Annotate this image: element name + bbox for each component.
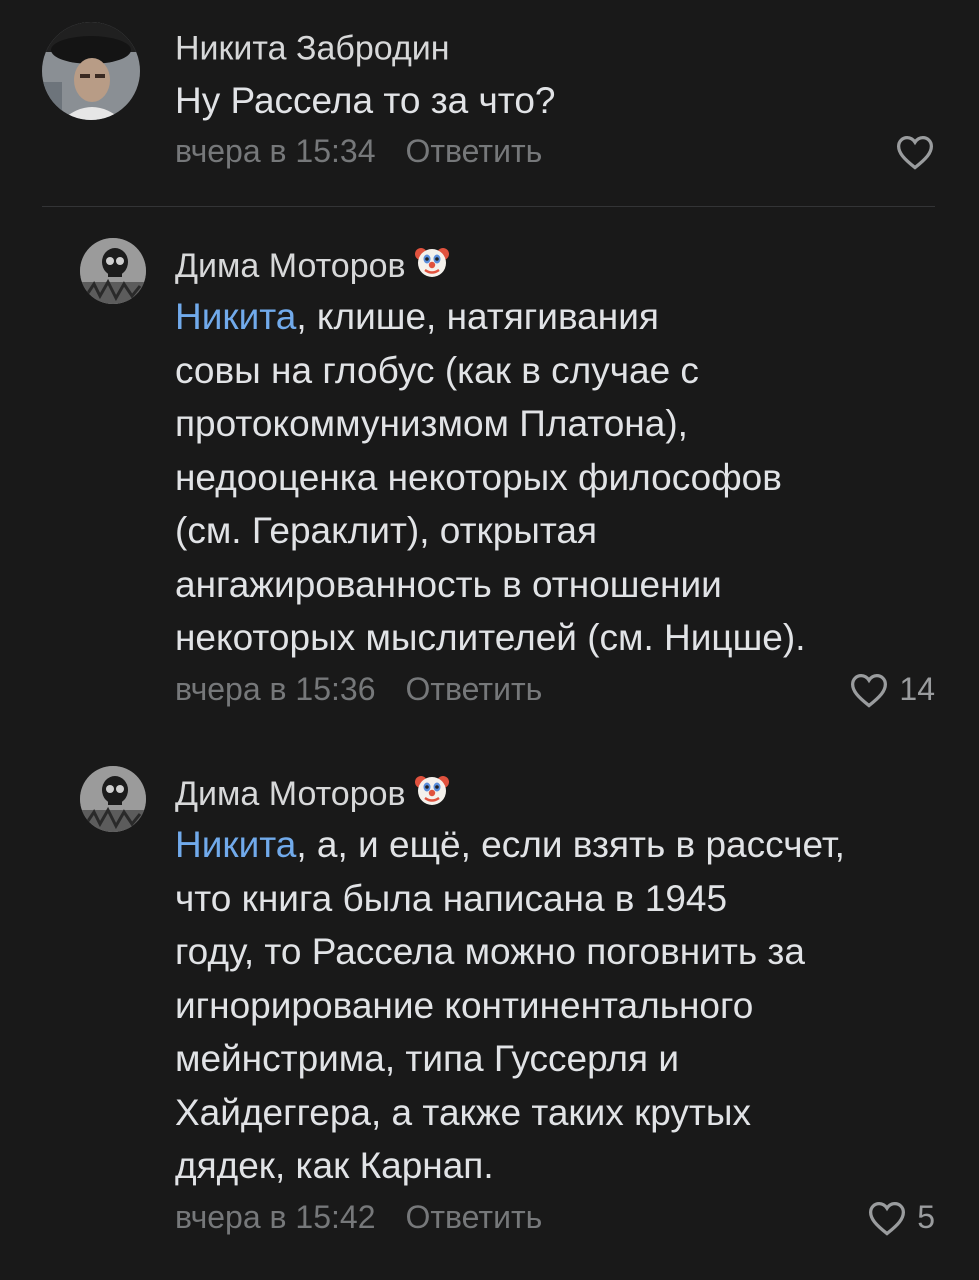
comment-text-line: ангажированность в отношении [175, 563, 722, 605]
comment-meta: вчера в 15:42 Ответить [175, 1199, 542, 1236]
comment-text-line: Хайдеггера, а также таких крутых [175, 1091, 751, 1133]
comment-author[interactable]: Дима Моторов [175, 772, 450, 817]
skull-avatar-icon [80, 238, 146, 304]
comment-text: Никита, клише, натягивания совы на глобу… [175, 290, 805, 665]
like-button[interactable] [895, 134, 935, 170]
skull-avatar-icon [80, 766, 146, 832]
avatar[interactable] [80, 766, 146, 832]
like-button[interactable]: 5 [867, 1199, 935, 1236]
like-button[interactable]: 14 [849, 671, 935, 708]
comment-divider [42, 206, 935, 207]
comment-author[interactable]: Никита Забродин [175, 28, 450, 69]
comment-text-line: недооценка некоторых философов [175, 456, 782, 498]
like-count: 14 [899, 671, 935, 707]
reply-button[interactable]: Ответить [405, 133, 542, 169]
comment-time: вчера в 15:34 [175, 133, 376, 169]
avatar[interactable] [42, 22, 140, 120]
reply-button[interactable]: Ответить [405, 1199, 542, 1235]
comment-time: вчера в 15:36 [175, 671, 376, 707]
author-name[interactable]: Дима Моторов [175, 775, 406, 813]
comment-text: Ну Рассела то за что? [175, 74, 556, 128]
comment-text-line: (см. Гераклит), открытая [175, 510, 598, 551]
comment-text-line: что книга была написана в 1945 [175, 877, 728, 919]
mention-link[interactable]: Никита [175, 824, 296, 865]
author-name[interactable]: Никита Забродин [175, 30, 450, 68]
avatar-photo-icon [42, 22, 140, 120]
comment-meta: вчера в 15:36 Ответить [175, 671, 542, 708]
comment-text-line: игнорирование континентального [175, 984, 754, 1026]
comment-author[interactable]: Дима Моторов [175, 244, 450, 289]
comment-text-line: , а, и ещё, если взять в рассчет, [296, 824, 845, 865]
comment-text: Никита, а, и ещё, если взять в рассчет, … [175, 818, 845, 1193]
comment-meta: вчера в 15:34 Ответить [175, 133, 542, 170]
heart-icon [896, 135, 934, 170]
comment-text-line: протокоммунизмом Платона), [175, 403, 688, 444]
clown-face-icon [414, 244, 450, 289]
comment-text-line: Ну Рассела то за что? [175, 80, 556, 121]
heart-icon [851, 673, 888, 708]
like-count: 5 [917, 1199, 935, 1235]
reply-button[interactable]: Ответить [405, 671, 542, 707]
heart-icon [869, 1201, 906, 1236]
clown-face-icon [414, 772, 450, 817]
comment-text-line: совы на глобус (как в случае с [175, 349, 699, 391]
mention-link[interactable]: Никита [175, 296, 296, 337]
comment-text-line: некоторых мыслителей (см. Ницше). [175, 617, 806, 658]
comment-text-line: , клише, натягивания [296, 296, 659, 337]
comment-text-line: мейнстрима, типа Гуссерля и [175, 1038, 679, 1079]
comment-text-line: дядек, как Карнап. [175, 1145, 494, 1186]
comment-time: вчера в 15:42 [175, 1199, 376, 1235]
avatar[interactable] [80, 238, 146, 304]
author-name[interactable]: Дима Моторов [175, 247, 406, 285]
comment-text-line: году, то Рассела можно поговнить за [175, 931, 805, 972]
